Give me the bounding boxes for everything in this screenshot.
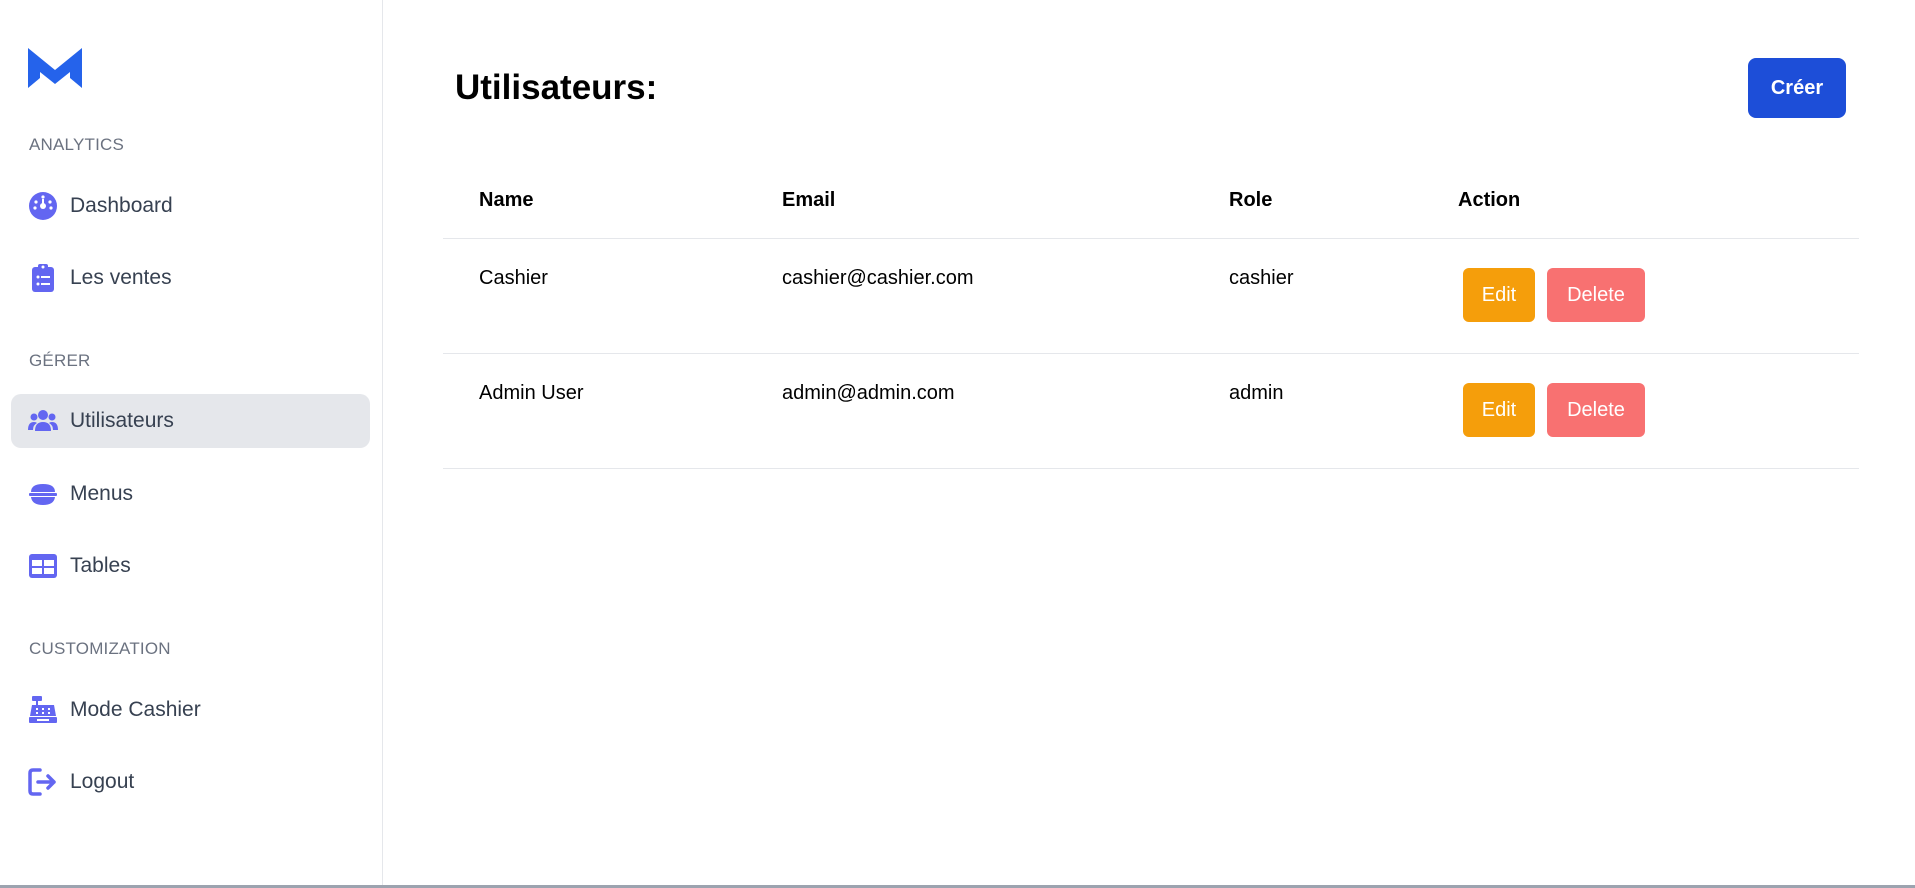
edit-button[interactable]: Edit xyxy=(1463,268,1535,322)
sidebar: ANALYTICS Dashboard Les ventes GÉRER Uti… xyxy=(0,0,383,888)
section-label-customization: CUSTOMIZATION xyxy=(29,639,171,658)
clipboard-list-icon xyxy=(28,263,58,293)
sidebar-item-label: Menus xyxy=(70,482,134,505)
users-icon xyxy=(28,406,58,436)
cell-email: cashier@cashier.com xyxy=(782,267,974,289)
column-header-role: Role xyxy=(1229,189,1273,211)
m-logo-icon[interactable] xyxy=(28,48,82,88)
sidebar-item-label: Dashboard xyxy=(70,194,173,217)
sidebar-item-logout[interactable]: Logout xyxy=(11,755,370,809)
row-actions: Edit Delete xyxy=(1463,383,1645,437)
column-header-action: Action xyxy=(1458,189,1521,211)
sidebar-item-mode-cashier[interactable]: Mode Cashier xyxy=(11,683,370,737)
sidebar-item-label: Les ventes xyxy=(70,266,172,289)
sidebar-item-dashboard[interactable]: Dashboard xyxy=(11,179,370,233)
main-content: Utilisateurs: Créer Name Email Role Acti… xyxy=(384,0,1915,888)
table-header: Name Email Role Action xyxy=(443,165,1859,239)
cell-name: Cashier xyxy=(479,267,548,289)
column-header-email: Email xyxy=(782,189,836,211)
cash-register-icon xyxy=(28,695,58,725)
sidebar-item-label: Logout xyxy=(70,770,135,793)
edit-button[interactable]: Edit xyxy=(1463,383,1535,437)
bowl-icon xyxy=(28,479,58,509)
gauge-icon xyxy=(28,191,58,221)
users-table: Name Email Role Action Cashier cashier@c… xyxy=(443,165,1859,469)
row-actions: Edit Delete xyxy=(1463,268,1645,322)
sidebar-item-menus[interactable]: Menus xyxy=(11,467,370,521)
table-row: Admin User admin@admin.com admin Edit De… xyxy=(443,354,1859,469)
section-label-analytics: ANALYTICS xyxy=(29,135,125,154)
cell-role: admin xyxy=(1229,382,1284,404)
cell-role: cashier xyxy=(1229,267,1294,289)
sidebar-item-label: Utilisateurs xyxy=(70,409,174,432)
cell-email: admin@admin.com xyxy=(782,382,955,404)
sidebar-item-label: Tables xyxy=(70,554,131,577)
table-icon xyxy=(28,551,58,581)
table-row: Cashier cashier@cashier.com cashier Edit… xyxy=(443,239,1859,354)
sidebar-item-les-ventes[interactable]: Les ventes xyxy=(11,251,370,305)
column-header-name: Name xyxy=(479,189,534,211)
sidebar-item-tables[interactable]: Tables xyxy=(11,539,370,593)
logout-icon xyxy=(28,767,58,797)
delete-button[interactable]: Delete xyxy=(1547,383,1645,437)
sidebar-item-label: Mode Cashier xyxy=(70,698,201,721)
sidebar-item-utilisateurs[interactable]: Utilisateurs xyxy=(11,394,370,448)
cell-name: Admin User xyxy=(479,382,584,404)
delete-button[interactable]: Delete xyxy=(1547,268,1645,322)
create-button[interactable]: Créer xyxy=(1748,58,1846,118)
page-title: Utilisateurs: xyxy=(455,68,658,107)
section-label-gerer: GÉRER xyxy=(29,351,91,370)
